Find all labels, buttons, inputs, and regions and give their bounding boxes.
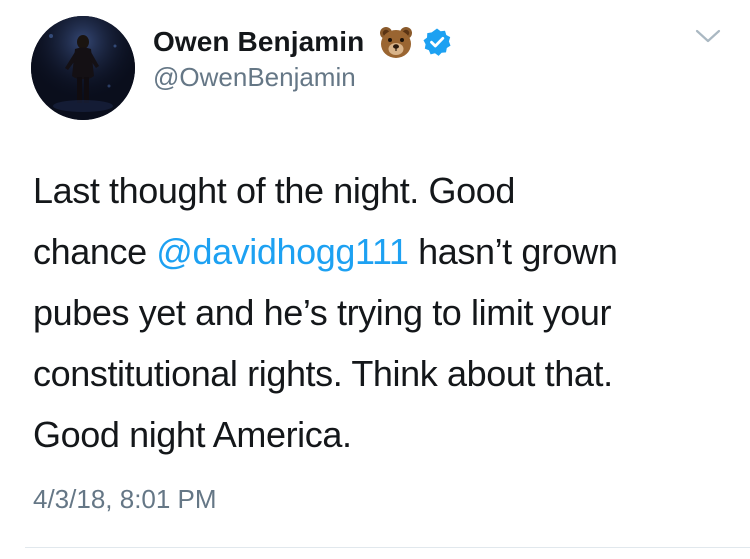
tweet-text: Last thought of the night. Good chance @… <box>33 160 733 465</box>
avatar-photo <box>31 16 135 120</box>
author-handle[interactable]: @OwenBenjamin <box>153 62 356 93</box>
tweet-text-line: Good night America. <box>33 414 352 455</box>
tweet-text-line: pubes yet and he’s trying to limit your <box>33 292 612 333</box>
tweet-text-segment: hasn’t grown <box>408 231 618 272</box>
tweet-text-segment: chance <box>33 231 157 272</box>
tweet-timestamp[interactable]: 4/3/18, 8:01 PM <box>33 484 217 515</box>
chevron-down-icon[interactable] <box>692 26 724 48</box>
bear-face-icon <box>378 24 414 60</box>
tweet-text-line: constitutional rights. Think about that. <box>33 353 613 394</box>
tweet-card: Owen Benjamin @OwenBenjamin Last thought… <box>0 0 750 559</box>
mention-link[interactable]: @davidhogg111 <box>156 231 409 272</box>
tweet-text-line: Last thought of the night. Good <box>33 170 515 211</box>
author-name-row[interactable]: Owen Benjamin <box>153 22 452 62</box>
avatar[interactable] <box>31 16 135 120</box>
tweet-text-line: chance @davidhogg111 hasn’t grown <box>33 221 733 282</box>
verified-badge-icon <box>422 27 452 57</box>
display-name[interactable]: Owen Benjamin <box>153 26 364 58</box>
divider <box>25 547 750 548</box>
